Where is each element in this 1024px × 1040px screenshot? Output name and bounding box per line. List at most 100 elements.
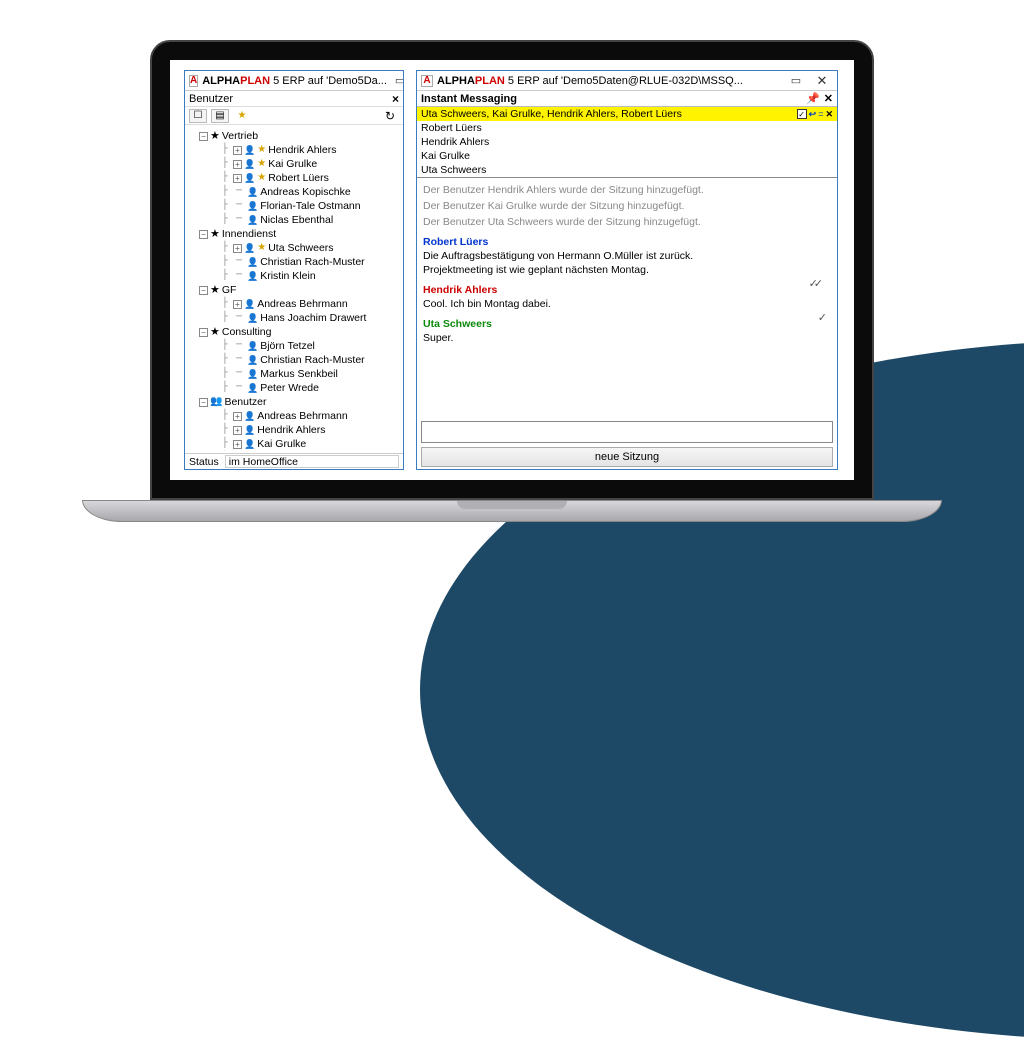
tree-user[interactable]: ├─ 👤 Florian-Tale Ostmann — [189, 199, 399, 213]
expand-toggle-icon[interactable]: − — [199, 398, 208, 407]
user-icon: 👤 — [244, 143, 255, 157]
session-label: Uta Schweers, Kai Grulke, Hendrik Ahlers… — [421, 108, 682, 120]
tree-branch-icon: ├ — [219, 157, 231, 171]
tree-user[interactable]: ├─ 👤 Kristin Klein — [189, 269, 399, 283]
expand-toggle-icon[interactable]: + — [233, 412, 242, 421]
session-row[interactable]: Kai Grulke — [417, 149, 837, 163]
tree-user[interactable]: ├+ 👤★ Robert Lüers — [189, 171, 399, 185]
tree-label: Andreas Behrmann — [257, 297, 347, 311]
expand-toggle-icon[interactable]: − — [199, 286, 208, 295]
tree-branch-icon: ├ — [219, 423, 231, 437]
expand-toggle-icon[interactable]: + — [233, 244, 242, 253]
tree-label: Hans Joachim Drawert — [260, 311, 366, 325]
messaging-window: A ALPHAPLAN 5 ERP auf 'Demo5Daten@RLUE-0… — [416, 70, 838, 470]
tree-user[interactable]: ├+ 👤★ Kai Grulke — [189, 157, 399, 171]
tree-branch-icon: ├ — [219, 409, 231, 423]
tree-label: Niclas Ebenthal — [260, 213, 333, 227]
expand-toggle-icon[interactable]: − — [199, 230, 208, 239]
user-icon: 👤 — [247, 353, 258, 367]
tree-user[interactable]: ├─ 👤 Christian Rach-Muster — [189, 353, 399, 367]
favorites-icon[interactable]: ★ — [233, 109, 251, 123]
pin-icon[interactable]: 📌 — [806, 92, 820, 105]
session-reply-icon[interactable]: ↩ — [809, 109, 817, 120]
expand-toggle-icon[interactable]: + — [233, 160, 242, 169]
tree-label: Andreas Kopischke — [260, 185, 350, 199]
user-icon: 👤 — [247, 255, 258, 269]
im-close-icon[interactable]: ✕ — [824, 92, 833, 105]
tree-group[interactable]: − ★ Consulting — [189, 325, 399, 339]
tree-label: Christian Rach-Muster — [260, 353, 364, 367]
laptop-bezel: A ALPHAPLAN 5 ERP auf 'Demo5Da... ▭ ✕ Be… — [150, 40, 874, 500]
titlebar-right[interactable]: A ALPHAPLAN 5 ERP auf 'Demo5Daten@RLUE-0… — [417, 71, 837, 91]
tree-user[interactable]: ├+ 👤 Andreas Behrmann — [189, 297, 399, 311]
tree-user[interactable]: ├─ 👤 Hans Joachim Drawert — [189, 311, 399, 325]
tree-branch-icon: ─ — [233, 381, 245, 395]
laptop-notch — [457, 501, 567, 509]
close-button[interactable]: ✕ — [811, 73, 833, 89]
expand-toggle-icon[interactable]: + — [233, 174, 242, 183]
message-sender: Hendrik Ahlers — [423, 283, 831, 297]
tree-label: Andreas Behrmann — [257, 409, 347, 423]
tree-user[interactable]: ├─ 👤 Peter Wrede — [189, 381, 399, 395]
message-body: Cool. Ich bin Montag dabei. — [423, 297, 831, 311]
expand-toggle-icon[interactable]: + — [233, 146, 242, 155]
tree-branch-icon: ─ — [233, 213, 245, 227]
star-icon: ★ — [210, 227, 220, 241]
tree-user[interactable]: ├─ 👤 Christian Rach-Muster — [189, 255, 399, 269]
user-tree[interactable]: − ★ Vertrieb├+ 👤★ Hendrik Ahlers├+ 👤★ Ka… — [185, 127, 403, 451]
panel-close-icon[interactable]: × — [392, 92, 399, 106]
maximize-button[interactable]: ▭ — [395, 73, 403, 89]
tree-group[interactable]: − 👥 Benutzer — [189, 395, 399, 409]
session-equal-icon[interactable]: = — [818, 109, 823, 119]
expand-toggle-icon[interactable]: + — [233, 440, 242, 449]
tree-user[interactable]: ├+ 👤 Hendrik Ahlers — [189, 423, 399, 437]
tree-label: Consulting — [222, 325, 272, 339]
chat-message: Uta SchweersSuper. — [423, 317, 831, 345]
tree-user[interactable]: ├+ 👤★ Hendrik Ahlers — [189, 143, 399, 157]
titlebar-left[interactable]: A ALPHAPLAN 5 ERP auf 'Demo5Da... ▭ ✕ — [185, 71, 403, 91]
refresh-icon[interactable]: ↻ — [381, 109, 399, 123]
expand-toggle-icon[interactable]: − — [199, 132, 208, 141]
tree-user[interactable]: ├─ 👤 Markus Senkbeil — [189, 367, 399, 381]
favorite-star-icon: ★ — [257, 143, 266, 157]
tree-user[interactable]: ├+ 👤 Kai Grulke — [189, 437, 399, 451]
favorite-star-icon: ★ — [257, 157, 266, 171]
chat-message: Robert LüersDie Auftragsbestätigung von … — [423, 235, 831, 277]
new-session-button[interactable]: neue Sitzung — [421, 447, 833, 467]
session-checkbox[interactable]: ✓ — [797, 109, 807, 119]
tree-label: Markus Senkbeil — [260, 367, 338, 381]
view-tree-icon[interactable]: ▤ — [211, 109, 229, 123]
tree-user[interactable]: ├+ 👤★ Uta Schweers — [189, 241, 399, 255]
favorite-star-icon: ★ — [257, 241, 266, 255]
tree-group[interactable]: − ★ GF — [189, 283, 399, 297]
tree-user[interactable]: ├─ 👤 Andreas Kopischke — [189, 185, 399, 199]
session-row[interactable]: Robert Lüers — [417, 121, 837, 135]
maximize-button[interactable]: ▭ — [785, 73, 807, 89]
system-message: Der Benutzer Hendrik Ahlers wurde der Si… — [423, 183, 831, 197]
status-value[interactable]: im HomeOffice — [225, 455, 399, 468]
message-body: Super. — [423, 331, 831, 345]
tree-user[interactable]: ├─ 👤 Niclas Ebenthal — [189, 213, 399, 227]
expand-toggle-icon[interactable]: + — [233, 300, 242, 309]
tree-group[interactable]: − ★ Vertrieb — [189, 129, 399, 143]
session-remove-icon[interactable]: ✕ — [825, 109, 833, 120]
message-input[interactable] — [421, 421, 833, 443]
session-list[interactable]: Uta Schweers, Kai Grulke, Hendrik Ahlers… — [417, 107, 837, 178]
session-row[interactable]: Uta Schweers, Kai Grulke, Hendrik Ahlers… — [417, 107, 837, 121]
star-icon: ★ — [210, 325, 220, 339]
session-label: Uta Schweers — [421, 164, 486, 176]
tree-group[interactable]: − ★ Innendienst — [189, 227, 399, 241]
expand-toggle-icon[interactable]: − — [199, 328, 208, 337]
expand-toggle-icon[interactable]: + — [233, 426, 242, 435]
tree-user[interactable]: ├+ 👤 Andreas Behrmann — [189, 409, 399, 423]
view-list-icon[interactable]: ☐ — [189, 109, 207, 123]
session-row[interactable]: Hendrik Ahlers — [417, 135, 837, 149]
tree-label: Kai Grulke — [268, 157, 317, 171]
tree-label: Kai Grulke — [257, 437, 306, 451]
message-body: Die Auftragsbestätigung von Hermann O.Mü… — [423, 249, 831, 277]
tree-label: Björn Tetzel — [260, 339, 315, 353]
tree-user[interactable]: ├─ 👤 Björn Tetzel — [189, 339, 399, 353]
session-row[interactable]: Uta Schweers — [417, 163, 837, 177]
chat-area: Der Benutzer Hendrik Ahlers wurde der Si… — [417, 179, 837, 417]
tree-branch-icon: ─ — [233, 353, 245, 367]
